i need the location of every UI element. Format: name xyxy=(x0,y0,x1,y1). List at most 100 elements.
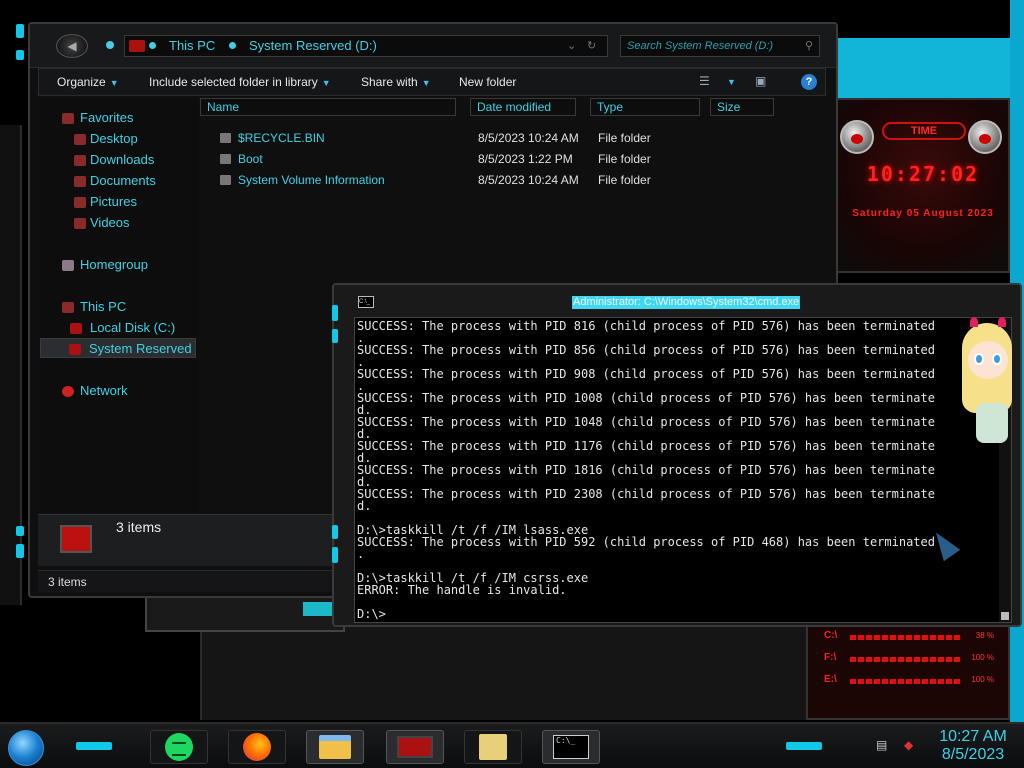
nav-this-pc[interactable]: This PC xyxy=(40,297,196,317)
chevron-down-icon: ▼ xyxy=(421,78,431,88)
clock-gadget[interactable]: TIME 10:27:02 Saturday 05 August 2023 xyxy=(836,98,1010,273)
frame-decoration xyxy=(16,24,24,38)
drive-percent: 100 % xyxy=(971,675,994,684)
column-headers: Name Date modified Type Size xyxy=(200,98,822,118)
file-date: 8/5/2023 10:24 AM xyxy=(478,131,579,145)
drive-percent: 38 % xyxy=(975,631,994,640)
cmd-icon: C:\_ xyxy=(553,735,589,759)
firefox-icon xyxy=(243,733,271,761)
refresh-icon[interactable]: ↻ xyxy=(587,36,596,56)
start-button[interactable] xyxy=(8,730,44,766)
scroll-down-icon[interactable] xyxy=(1001,612,1009,620)
nav-pictures[interactable]: Pictures xyxy=(40,192,196,212)
taskbar-clipboard[interactable] xyxy=(464,730,522,764)
help-icon[interactable]: ? xyxy=(801,74,817,90)
file-row[interactable]: Boot 8/5/2023 1:22 PM File folder xyxy=(216,149,816,169)
nav-local-disk[interactable]: Local Disk (C:) xyxy=(40,318,196,338)
search-icon[interactable]: ⚲ xyxy=(805,36,813,56)
computer-icon xyxy=(62,302,74,313)
drive-percent: 100 % xyxy=(971,653,994,662)
taskbar-firefox[interactable] xyxy=(228,730,286,764)
frame-decoration xyxy=(332,329,338,343)
nav-network[interactable]: Network xyxy=(40,381,196,401)
gadget-date: Saturday 05 August 2023 xyxy=(852,208,994,219)
clipboard-icon xyxy=(479,734,507,760)
file-explorer-icon xyxy=(319,735,351,759)
videos-icon xyxy=(74,218,86,229)
taskbar-cmd[interactable]: C:\_ xyxy=(542,730,600,764)
breadcrumb-separator-icon xyxy=(229,42,236,49)
chevron-down-icon: ▼ xyxy=(321,78,331,88)
nav-documents[interactable]: Documents xyxy=(40,171,196,191)
organize-label: Organize xyxy=(57,75,106,89)
nav-label: Favorites xyxy=(80,110,134,125)
nav-label: Local Disk (C:) xyxy=(90,320,176,335)
nav-favorites[interactable]: Favorites xyxy=(40,108,196,128)
character-sticker xyxy=(962,317,1012,443)
file-row[interactable]: $RECYCLE.BIN 8/5/2023 10:24 AM File fold… xyxy=(216,128,816,148)
frame-decoration xyxy=(16,544,24,558)
folder-icon xyxy=(220,133,231,143)
details-item-count: 3 items xyxy=(116,519,162,535)
include-library-button[interactable]: Include selected folder in library ▼ xyxy=(149,69,331,96)
taskbar-explorer[interactable] xyxy=(306,730,364,764)
taskbar-decoration xyxy=(76,742,112,750)
volume-muted-icon[interactable]: ◆ xyxy=(904,738,913,752)
taskbar-spotify[interactable] xyxy=(150,730,208,764)
red-app-icon xyxy=(397,736,433,758)
search-input[interactable]: Search System Reserved (D:) ⚲ xyxy=(620,35,820,57)
column-name[interactable]: Name xyxy=(200,98,456,116)
chevron-down-icon: ▼ xyxy=(109,78,119,88)
taskbar-clock[interactable]: 10:27 AM 8/5/2023 xyxy=(928,728,1018,764)
file-type: File folder xyxy=(598,173,651,187)
cmd-title-bar[interactable]: C:\_ Administrator: C:\Windows\System32\… xyxy=(334,285,1020,315)
file-row[interactable]: System Volume Information 8/5/2023 10:24… xyxy=(216,170,816,190)
character-horn xyxy=(998,317,1006,327)
drive-usage-bar xyxy=(850,635,960,640)
taskbar-decoration xyxy=(786,742,822,750)
column-type[interactable]: Type xyxy=(590,98,700,116)
nav-label: Videos xyxy=(90,215,130,230)
documents-icon xyxy=(74,176,86,187)
breadcrumb-system-reserved[interactable]: System Reserved (D:) xyxy=(249,36,377,56)
view-options-icon[interactable]: ☰ xyxy=(699,74,710,90)
file-date: 8/5/2023 10:24 AM xyxy=(478,173,579,187)
nav-videos[interactable]: Videos xyxy=(40,213,196,233)
homegroup-icon xyxy=(62,260,74,271)
character-horn xyxy=(970,317,978,327)
column-size[interactable]: Size xyxy=(710,98,774,116)
drive-row: F:\ 100 % xyxy=(824,652,994,666)
taskbar-app-red[interactable] xyxy=(386,730,444,764)
new-folder-button[interactable]: New folder xyxy=(459,69,516,95)
breadcrumb-this-pc[interactable]: This PC xyxy=(169,36,215,56)
drive-icon xyxy=(69,344,81,355)
organize-button[interactable]: Organize ▼ xyxy=(57,69,119,96)
gadget-time: 10:27:02 xyxy=(866,162,980,186)
console-area[interactable]: SUCCESS: The process with PID 816 (child… xyxy=(354,317,1012,623)
nav-downloads[interactable]: Downloads xyxy=(40,150,196,170)
nav-desktop[interactable]: Desktop xyxy=(40,129,196,149)
console-output: SUCCESS: The process with PID 816 (child… xyxy=(357,320,935,620)
file-name: System Volume Information xyxy=(238,173,385,187)
address-bar[interactable]: This PC System Reserved (D:) ⌄ ↻ xyxy=(124,35,608,57)
share-with-button[interactable]: Share with ▼ xyxy=(361,69,431,96)
wallpaper-accent xyxy=(835,38,1024,98)
nav-homegroup[interactable]: Homegroup xyxy=(40,255,196,275)
column-date-modified[interactable]: Date modified xyxy=(470,98,576,116)
address-dropdown-icon[interactable]: ⌄ xyxy=(567,36,576,56)
forward-button[interactable] xyxy=(106,41,114,49)
drive-thumbnail-icon xyxy=(60,525,92,553)
cmd-window[interactable]: C:\_ Administrator: C:\Windows\System32\… xyxy=(332,283,1022,627)
nav-system-reserved[interactable]: System Reserved xyxy=(40,338,196,358)
navigation-pane: Favorites Desktop Downloads Documents Pi… xyxy=(40,98,198,512)
preview-pane-icon[interactable]: ▣ xyxy=(755,74,766,90)
back-button[interactable]: ◀ xyxy=(56,34,88,58)
chevron-down-icon[interactable]: ▼ xyxy=(727,77,736,93)
nav-label: Desktop xyxy=(90,131,138,146)
network-tray-icon[interactable]: ▤ xyxy=(876,738,887,752)
alien-head-icon xyxy=(968,120,1002,154)
alien-head-icon xyxy=(840,120,874,154)
drives-gadget[interactable]: C:\ 38 % F:\ 100 % E:\ 100 % xyxy=(806,612,1010,720)
file-type: File folder xyxy=(598,152,651,166)
file-date: 8/5/2023 1:22 PM xyxy=(478,152,573,166)
